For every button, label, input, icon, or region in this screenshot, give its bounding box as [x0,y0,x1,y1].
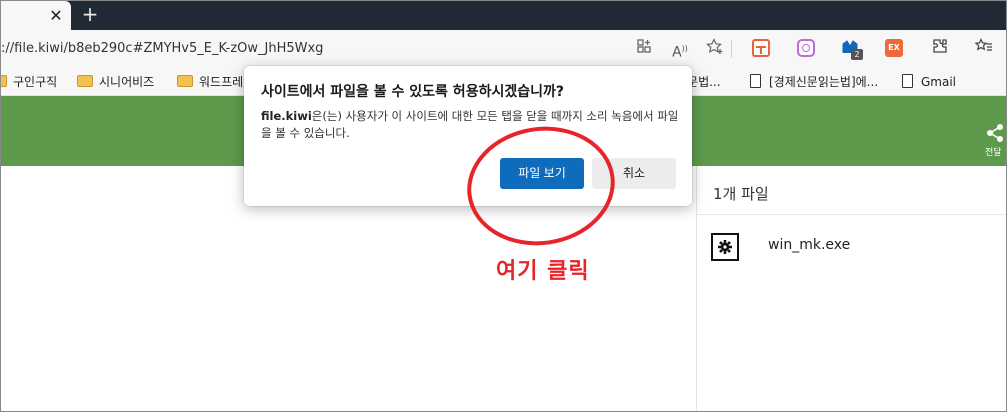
page-icon [902,74,913,88]
tab-icon[interactable] [633,38,655,60]
file-count: 1개 파일 [713,185,769,203]
bookmark-item[interactable]: 시니어비즈 [77,73,154,91]
folder-icon [177,75,193,87]
ex-extension-icon[interactable]: EX [885,39,903,57]
folder-icon [77,75,93,87]
address-bar: ://file.kiwi/b8eb290c#ZMYHv5_E_K-zOw_JhH… [1,30,1006,68]
dialog-site-name: file.kiwi [261,109,312,123]
bookmark-item[interactable]: 구인구직 [1,73,57,91]
new-tab-button[interactable]: + [79,3,101,27]
browser-window: ✕ + ://file.kiwi/b8eb290c#ZMYHv5_E_K-zOw… [0,0,1007,412]
bookmark-item[interactable]: 워드프레 [177,73,243,91]
read-aloud-label: A [672,44,682,61]
extensions-puzzle-icon[interactable] [929,38,951,60]
extension-badge: 2 [851,49,863,60]
bookmark-item[interactable]: Gmail [902,73,956,91]
open-file-button[interactable]: 파일 보기 [500,158,584,189]
toolbar-divider [731,40,732,58]
favorite-add-icon[interactable] [704,38,726,60]
file-access-dialog: 사이트에서 파일을 볼 수 있도록 허용하시겠습니까? file.kiwi은(는… [244,66,692,206]
gear-icon[interactable] [711,233,739,261]
tab-strip: ✕ + [1,1,1006,30]
file-panel: 1개 파일 win_mk.exe [696,166,1006,411]
folder-icon [1,75,7,87]
dialog-title: 사이트에서 파일을 볼 수 있도록 허용하시겠습니까? [261,84,564,100]
page-icon [750,74,761,88]
office-extension-icon[interactable] [752,39,770,57]
url-field[interactable]: ://file.kiwi/b8eb290c#ZMYHv5_E_K-zOw_JhH… [1,41,323,56]
bookmark-item[interactable]: [경제신문읽는법]에... [750,73,878,91]
read-aloud-icon[interactable]: A)) [669,38,691,61]
click-hint-annotation: 여기 클릭 [496,259,590,284]
share-icon[interactable] [985,123,1005,143]
panel-divider [697,214,1006,215]
favorites-icon[interactable] [973,38,995,60]
close-tab-icon[interactable]: ✕ [45,5,67,27]
dialog-message: file.kiwi은(는) 사용자가 이 사이트에 대한 모든 탭을 닫을 때까… [261,108,679,142]
dialog-message-text: 은(는) 사용자가 이 사이트에 대한 모든 탭을 닫을 때까지 소리 녹음에서… [261,109,679,140]
instagram-extension-icon[interactable] [797,39,815,57]
active-tab[interactable]: ✕ [1,1,71,30]
malwarebytes-extension-icon[interactable]: 2 [841,39,863,60]
file-name[interactable]: win_mk.exe [768,237,850,253]
share-label[interactable]: 전달 [985,145,1002,158]
cancel-button[interactable]: 취소 [592,158,676,189]
